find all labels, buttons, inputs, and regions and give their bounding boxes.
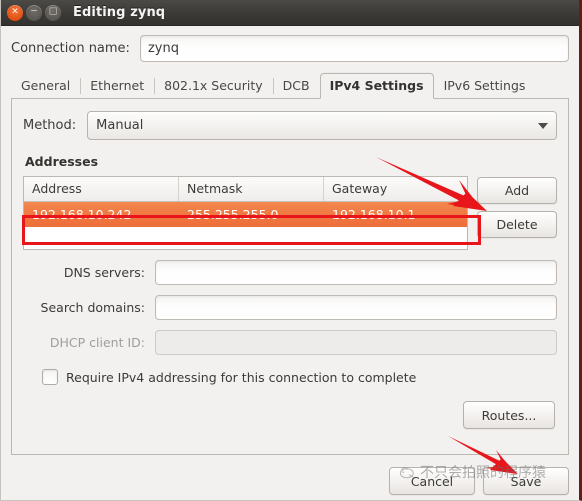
add-button[interactable]: Add <box>477 177 557 204</box>
cell-gateway: 192.168.10.1 <box>332 207 416 222</box>
table-row[interactable]: 192.168.10.242 255.255.255.0 192.168.10.… <box>24 202 467 227</box>
cell-address: 192.168.10.242 <box>32 207 132 222</box>
dialog-footer: Cancel Save <box>389 467 569 495</box>
window-content: Connection name: zynq General Ethernet 8… <box>1 26 579 455</box>
window-title: Editing zynq <box>73 5 166 20</box>
addresses-buttons: Add Delete <box>477 176 557 238</box>
dhcp-client-id-row: DHCP client ID: <box>23 330 557 355</box>
column-header-address: Address <box>24 177 179 201</box>
connection-name-label: Connection name: <box>11 41 130 56</box>
tab-dcb[interactable]: DCB <box>272 73 320 98</box>
dns-servers-label: DNS servers: <box>63 265 145 280</box>
addresses-section-title: Addresses <box>25 154 99 169</box>
tab-general[interactable]: General <box>11 73 80 98</box>
maximize-icon[interactable]: □ <box>45 4 61 21</box>
dns-servers-input[interactable] <box>155 260 557 285</box>
window-controls: × − □ <box>7 4 61 21</box>
maximize-glyph: □ <box>48 6 58 17</box>
window-titlebar: × − □ Editing zynq <box>1 0 579 26</box>
method-label: Method: <box>23 118 77 133</box>
column-header-gateway: Gateway <box>332 181 388 196</box>
tab-ethernet[interactable]: Ethernet <box>80 73 154 98</box>
connection-name-row: Connection name: zynq <box>11 35 569 62</box>
chevron-down-icon <box>538 122 548 129</box>
delete-button[interactable]: Delete <box>477 211 557 238</box>
close-icon[interactable]: × <box>7 4 23 21</box>
method-row: Method: Manual <box>23 111 557 140</box>
settings-tabs: General Ethernet 802.1x Security DCB IPv… <box>11 72 569 99</box>
addresses-area: Address Netmask Gateway 192.168.10.242 2… <box>23 176 557 250</box>
search-domains-input[interactable] <box>155 295 557 320</box>
method-select[interactable]: Manual <box>87 111 557 140</box>
routes-button[interactable]: Routes... <box>463 401 555 429</box>
routes-row: Routes... <box>23 401 557 429</box>
minimize-glyph: − <box>30 6 38 17</box>
dhcp-client-id-input <box>155 330 557 355</box>
close-glyph: × <box>11 6 19 17</box>
tab-ipv4-settings[interactable]: IPv4 Settings <box>319 73 434 99</box>
tab-8021x-security[interactable]: 802.1x Security <box>154 73 273 98</box>
editing-connection-window: × − □ Editing zynq Connection name: zynq… <box>0 0 582 501</box>
require-ipv4-checkbox[interactable] <box>42 369 58 385</box>
require-ipv4-label: Require IPv4 addressing for this connect… <box>66 369 417 385</box>
search-domains-label: Search domains: <box>40 300 145 315</box>
minimize-icon[interactable]: − <box>26 4 42 21</box>
cell-netmask: 255.255.255.0 <box>187 207 279 222</box>
require-ipv4-row[interactable]: Require IPv4 addressing for this connect… <box>42 369 557 385</box>
dns-servers-row: DNS servers: <box>23 260 557 285</box>
cancel-button[interactable]: Cancel <box>389 467 475 495</box>
save-button[interactable]: Save <box>483 467 569 495</box>
search-domains-row: Search domains: <box>23 295 557 320</box>
column-header-netmask: Netmask <box>179 177 324 201</box>
addresses-table[interactable]: Address Netmask Gateway 192.168.10.242 2… <box>23 176 468 250</box>
table-empty-area[interactable] <box>24 227 467 249</box>
connection-name-input[interactable]: zynq <box>139 35 569 62</box>
addresses-table-header: Address Netmask Gateway <box>24 177 467 202</box>
ipv4-settings-panel: Method: Manual Addresses Address Netmask… <box>11 99 569 455</box>
dhcp-client-id-label: DHCP client ID: <box>49 335 145 350</box>
method-value: Manual <box>96 118 144 133</box>
tab-ipv6-settings[interactable]: IPv6 Settings <box>434 73 536 98</box>
